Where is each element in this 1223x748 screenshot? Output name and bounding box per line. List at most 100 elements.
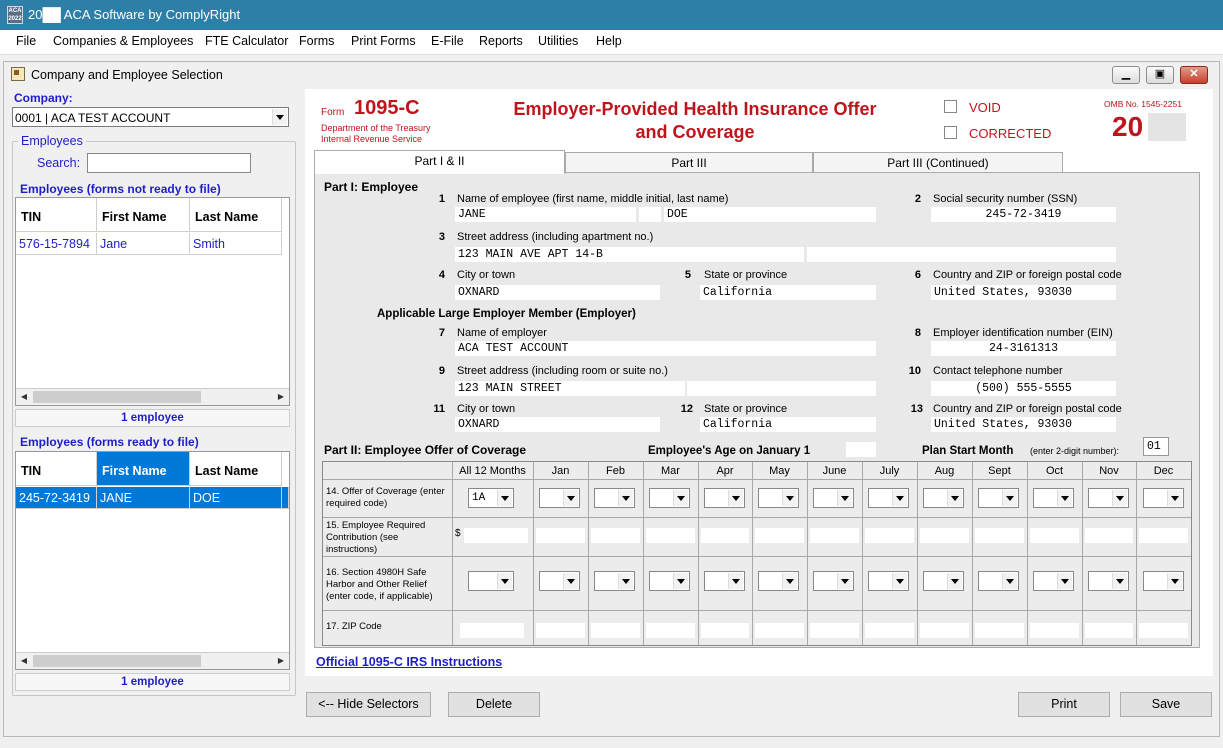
safe-harbor-july-dropdown[interactable] (868, 571, 909, 591)
safe-harbor-jan-dropdown[interactable] (539, 571, 580, 591)
safe-harbor-june-dropdown[interactable] (813, 571, 854, 591)
employer-street[interactable]: 123 MAIN STREET (455, 381, 685, 396)
not-ready-last[interactable]: Smith (190, 233, 282, 255)
irs-instructions-link[interactable]: Official 1095-C IRS Instructions (316, 655, 502, 669)
safe-harbor-nov-dropdown[interactable] (1088, 571, 1129, 591)
void-checkbox[interactable] (944, 100, 957, 113)
safe-harbor-all-dropdown[interactable] (468, 571, 514, 591)
zip-may-input[interactable] (755, 623, 804, 638)
tab-part3[interactable]: Part III (565, 152, 813, 174)
contribution-july-input[interactable] (865, 528, 914, 543)
menu-print-forms[interactable]: Print Forms (351, 34, 416, 48)
safe-harbor-feb-dropdown[interactable] (594, 571, 635, 591)
employee-street[interactable]: 123 MAIN AVE APT 14-B (455, 247, 804, 262)
offer-code-aug-dropdown[interactable] (923, 488, 964, 508)
menu-forms[interactable]: Forms (299, 34, 334, 48)
company-dropdown[interactable]: 0001 | ACA TEST ACCOUNT (12, 107, 289, 127)
minimize-button[interactable]: ▁ (1112, 66, 1140, 84)
offer-code-all-dropdown[interactable]: 1A (468, 488, 514, 508)
safe-harbor-aug-dropdown[interactable] (923, 571, 964, 591)
offer-code-may-dropdown[interactable] (758, 488, 799, 508)
not-ready-hscrollbar[interactable]: ◀ ▶ (16, 388, 289, 405)
employer-ein[interactable]: 24-3161313 (931, 341, 1116, 356)
zip-sept-input[interactable] (975, 623, 1024, 638)
employee-last-name[interactable]: DOE (664, 207, 876, 222)
save-button[interactable]: Save (1120, 692, 1212, 717)
contribution-oct-input[interactable] (1030, 528, 1079, 543)
scroll-right-icon[interactable]: ▶ (273, 389, 289, 405)
contribution-may-input[interactable] (755, 528, 804, 543)
zip-oct-input[interactable] (1030, 623, 1079, 638)
tab-part1-2[interactable]: Part I & II (314, 150, 565, 174)
ready-grid[interactable]: TIN First Name Last Name 245-72-3419 JAN… (15, 451, 290, 670)
zip-dec-input[interactable] (1139, 623, 1188, 638)
offer-code-apr-dropdown[interactable] (704, 488, 745, 508)
safe-harbor-oct-dropdown[interactable] (1033, 571, 1074, 591)
scroll-thumb[interactable] (33, 655, 201, 667)
menu-help[interactable]: Help (596, 34, 622, 48)
print-button[interactable]: Print (1018, 692, 1110, 717)
scroll-thumb[interactable] (33, 391, 201, 403)
tab-part3-continued[interactable]: Part III (Continued) (813, 152, 1063, 174)
offer-code-nov-dropdown[interactable] (1088, 488, 1129, 508)
offer-code-mar-dropdown[interactable] (649, 488, 690, 508)
scroll-right-icon[interactable]: ▶ (273, 653, 289, 669)
safe-harbor-dec-dropdown[interactable] (1143, 571, 1184, 591)
not-ready-tin[interactable]: 576-15-7894 (16, 233, 97, 255)
corrected-checkbox[interactable] (944, 126, 957, 139)
ready-first[interactable]: JANE (97, 487, 190, 509)
employee-street-2[interactable] (807, 247, 1116, 262)
safe-harbor-apr-dropdown[interactable] (704, 571, 745, 591)
safe-harbor-sept-dropdown[interactable] (978, 571, 1019, 591)
employee-ssn[interactable]: 245-72-3419 (931, 207, 1116, 222)
employer-state[interactable]: California (700, 417, 876, 432)
contribution-nov-input[interactable] (1085, 528, 1133, 543)
employee-country-zip[interactable]: United States, 93030 (931, 285, 1116, 300)
maximize-button[interactable]: ▣ (1146, 66, 1174, 84)
menu-utilities[interactable]: Utilities (538, 34, 578, 48)
safe-harbor-mar-dropdown[interactable] (649, 571, 690, 591)
menu-reports[interactable]: Reports (479, 34, 523, 48)
contribution-sept-input[interactable] (975, 528, 1024, 543)
ready-tin[interactable]: 245-72-3419 (16, 487, 97, 509)
contribution-dec-input[interactable] (1139, 528, 1188, 543)
hide-selectors-button[interactable]: <-- Hide Selectors (306, 692, 431, 717)
contribution-all-input[interactable] (464, 528, 528, 543)
employer-name[interactable]: ACA TEST ACCOUNT (455, 341, 876, 356)
zip-aug-input[interactable] (920, 623, 969, 638)
menu-e-file[interactable]: E-File (431, 34, 464, 48)
offer-code-june-dropdown[interactable] (813, 488, 854, 508)
contribution-aug-input[interactable] (920, 528, 969, 543)
zip-apr-input[interactable] (701, 623, 749, 638)
zip-all-input[interactable] (460, 623, 524, 638)
close-button[interactable]: ✕ (1180, 66, 1208, 84)
delete-button[interactable]: Delete (448, 692, 540, 717)
zip-mar-input[interactable] (646, 623, 695, 638)
col-tin[interactable]: TIN (16, 452, 97, 486)
menu-file[interactable]: File (16, 34, 36, 48)
scroll-left-icon[interactable]: ◀ (16, 653, 32, 669)
offer-code-sept-dropdown[interactable] (978, 488, 1019, 508)
contribution-june-input[interactable] (810, 528, 859, 543)
col-tin[interactable]: TIN (16, 198, 97, 232)
employee-age-input[interactable] (846, 442, 876, 457)
contribution-feb-input[interactable] (591, 528, 640, 543)
not-ready-grid[interactable]: TIN First Name Last Name 576-15-7894 Jan… (15, 197, 290, 406)
employee-city[interactable]: OXNARD (455, 285, 660, 300)
employer-street-2[interactable] (687, 381, 876, 396)
contribution-jan-input[interactable] (536, 528, 585, 543)
employer-phone[interactable]: (500) 555-5555 (931, 381, 1116, 396)
offer-code-jan-dropdown[interactable] (539, 488, 580, 508)
col-first-name[interactable]: First Name (97, 198, 190, 232)
ready-last[interactable]: DOE (190, 487, 282, 509)
menu-companies-employees[interactable]: Companies & Employees (53, 34, 193, 48)
zip-nov-input[interactable] (1085, 623, 1133, 638)
zip-july-input[interactable] (865, 623, 914, 638)
employer-city[interactable]: OXNARD (455, 417, 660, 432)
col-last-name[interactable]: Last Name (190, 452, 282, 486)
safe-harbor-may-dropdown[interactable] (758, 571, 799, 591)
zip-feb-input[interactable] (591, 623, 640, 638)
contribution-apr-input[interactable] (701, 528, 749, 543)
menu-fte-calculator[interactable]: FTE Calculator (205, 34, 288, 48)
ready-hscrollbar[interactable]: ◀ ▶ (16, 652, 289, 669)
